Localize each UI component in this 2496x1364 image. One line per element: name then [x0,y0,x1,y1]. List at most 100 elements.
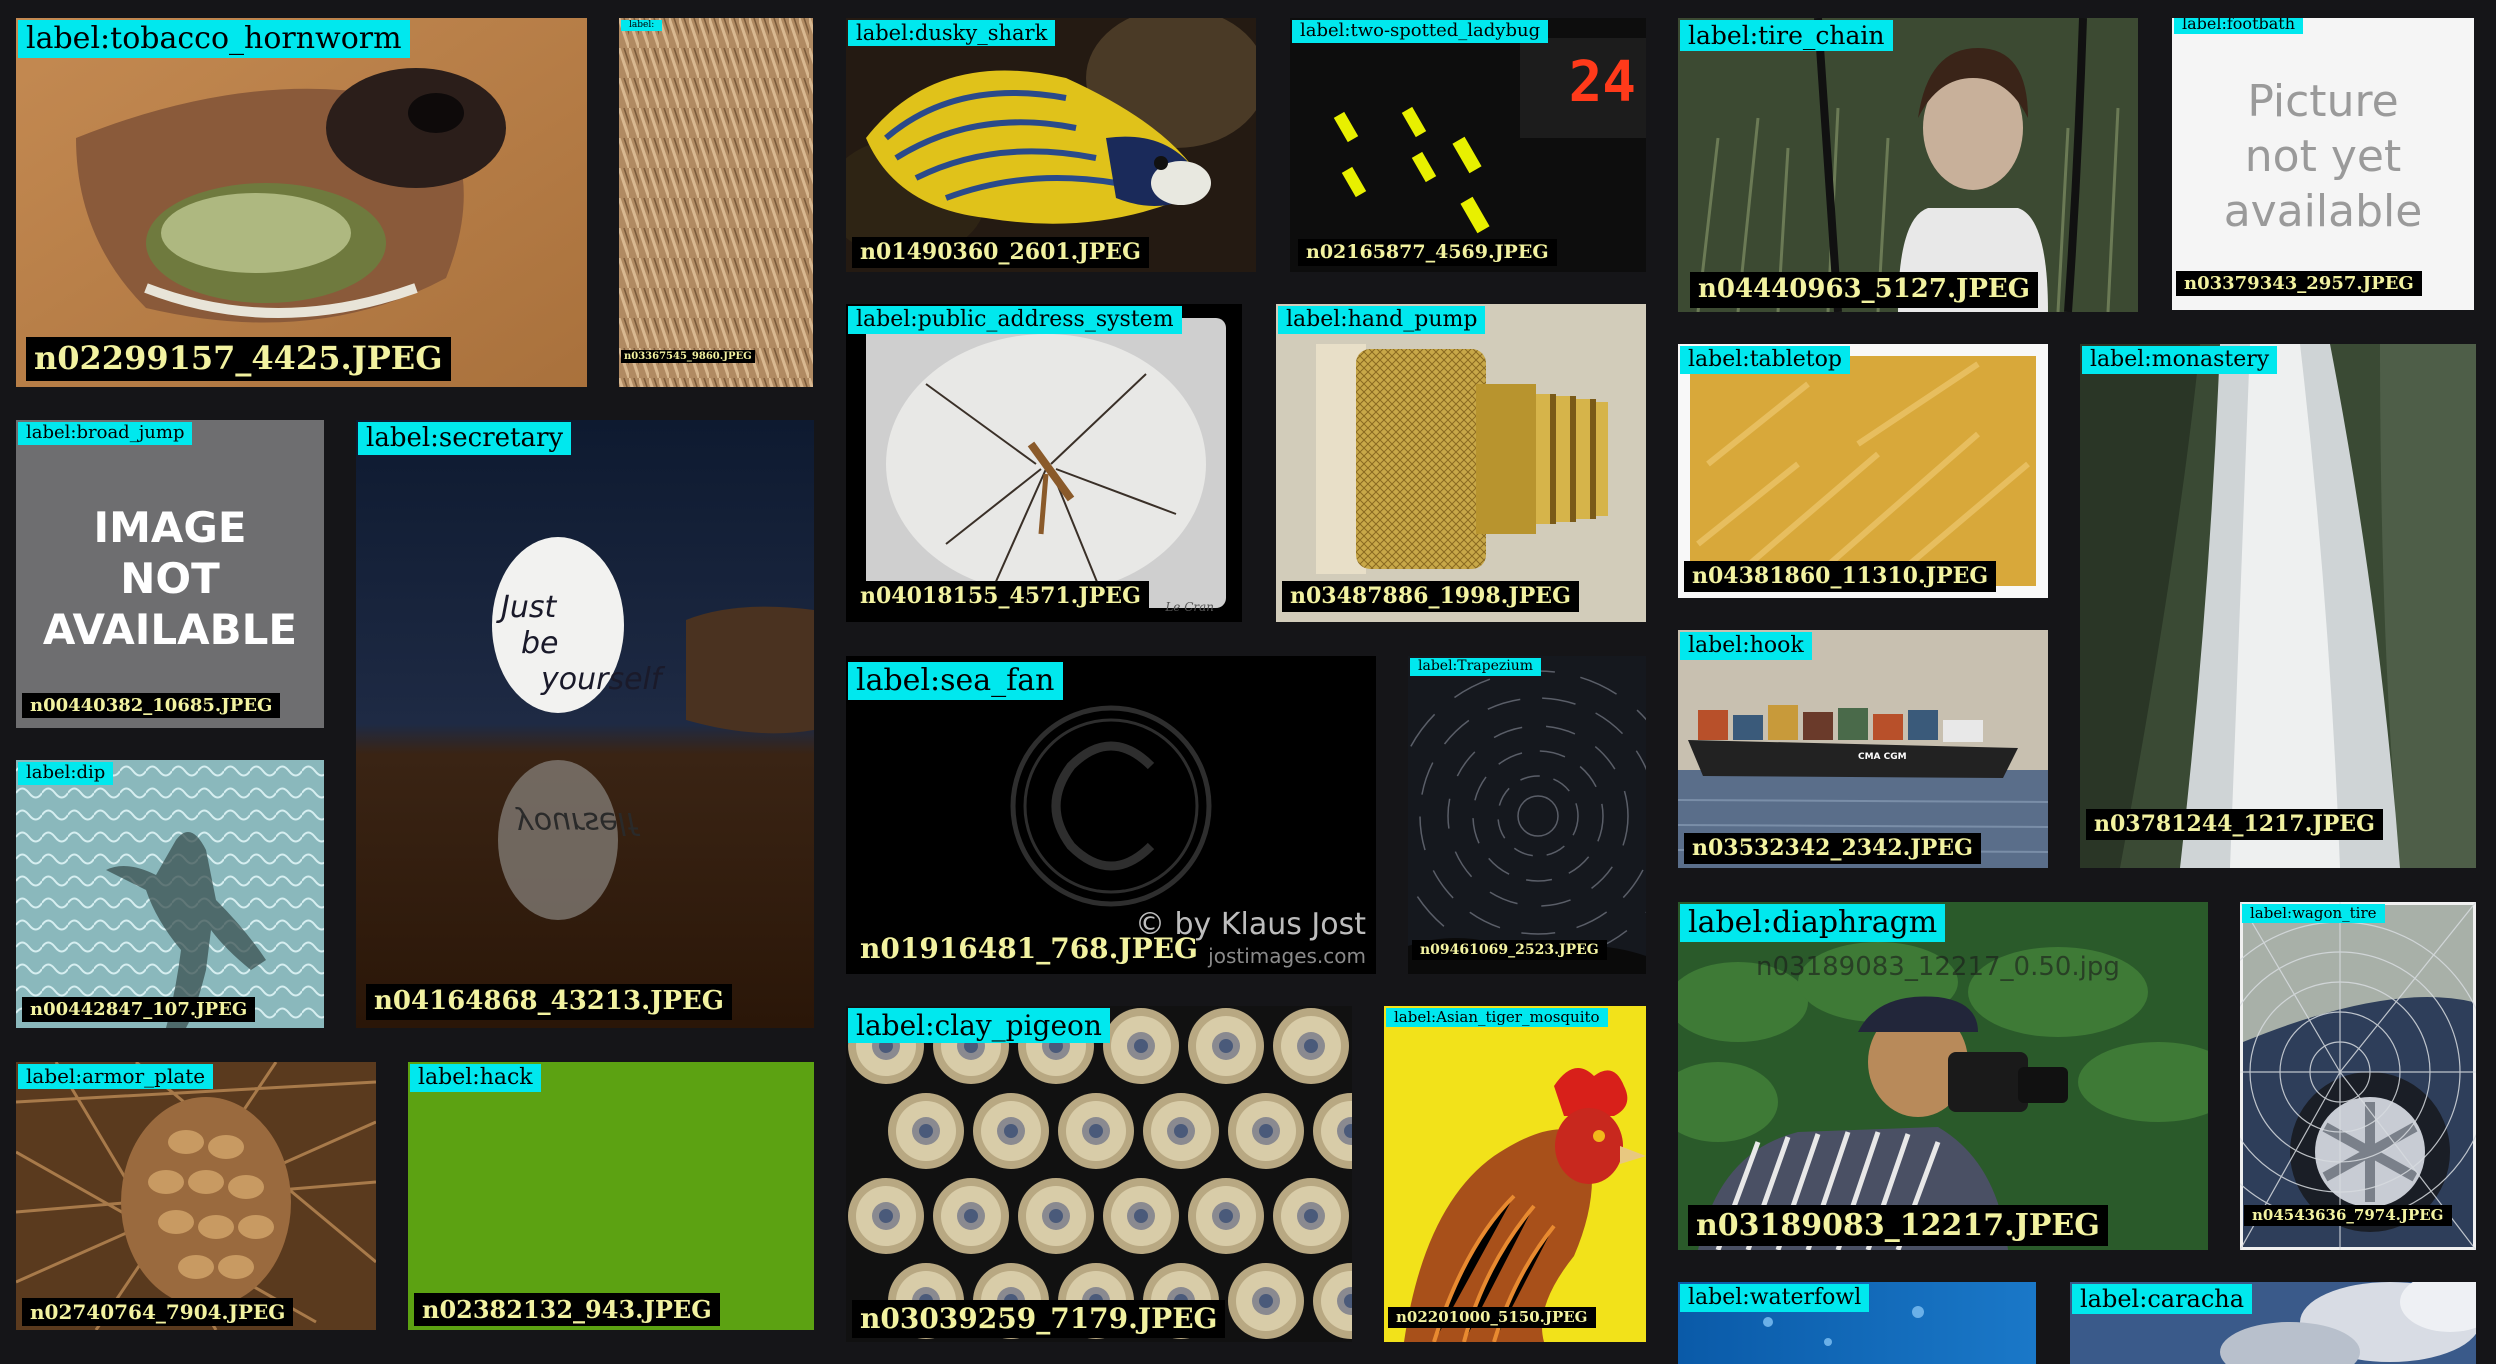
egg-photo [356,420,814,1028]
label-tag: label:hand_pump [1278,306,1486,334]
image-tile[interactable]: CMA CGM label:hook n03532342_2342.JPEG [1678,630,2048,868]
filename-caption: n09461069_2523.JPEG [1412,939,1607,960]
image-tile[interactable]: label:tire_chain n04440963_5127.JPEG [1678,18,2138,312]
shell-base [1273,1008,1349,1084]
label-tag: label: [621,20,663,32]
shell-base [1228,1263,1304,1339]
filename-caption: n03532342_2342.JPEG [1684,833,1981,864]
filename-caption: n03189083_12217.JPEG [1688,1205,2108,1246]
filename-caption: n01490360_2601.JPEG [852,237,1149,268]
placeholder-line: NOT [120,554,220,604]
filename-caption: n02299157_4425.JPEG [26,337,451,381]
image-tile[interactable]: label:tobacco_hornworm n02299157_4425.JP… [16,18,587,387]
image-tile[interactable]: Picture not yet available label:footbath… [2172,18,2474,310]
egg-word: yourself [541,662,662,697]
image-tile[interactable]: Just be yourself yourself label:secretar… [356,420,814,1028]
image-tile[interactable]: n03189083_12217_0.50.jpg label:diaphragm… [1678,902,2208,1250]
shell-base [1058,1093,1134,1169]
label-tag: label:tabletop [1680,346,1850,374]
star-trails-photo [1408,656,1646,974]
shell-base [973,1093,1049,1169]
image-tile[interactable]: © by Klaus Jost jostimages.com label:sea… [846,656,1376,974]
label-tag: label:sea_fan [848,662,1063,700]
label-tag: label:hack [410,1064,541,1092]
image-tile[interactable]: IMAGE NOT AVAILABLE label:broad_jump n00… [16,420,324,728]
label-tag: label:two-spotted_ladybug [1292,20,1549,43]
filename-caption: n03379343_2957.JPEG [2176,270,2422,296]
label-tag: label:footbath [2174,18,2304,34]
rooster-photo [1384,1006,1646,1342]
waterfall-photo [2080,344,2476,868]
image-tile[interactable]: 24 label:two-spotted_ladybug n02165877_4… [1290,18,1646,272]
label-tag: label:public_address_system [848,306,1182,334]
filename-caption: n02740764_7904.JPEG [22,1298,294,1326]
mannequin-photo [1678,18,2138,312]
rope-fibers-photo [619,18,813,387]
placeholder-line: IMAGE [93,503,247,552]
label-tag: label:Asian_tiger_mosquito [1386,1008,1608,1027]
photo-signature: Le Cran [1165,600,1214,614]
image-tile[interactable]: label:dip n00442847_107.JPEG [16,760,324,1028]
placeholder-text: Picture not yet available [2172,74,2474,239]
placeholder-line: available [2223,186,2423,237]
label-tag: label:diaphragm [1680,904,1946,942]
spiderweb-wheel-photo [2240,902,2476,1250]
dog-muzzle-photo [16,18,587,387]
image-tile[interactable]: label:Asian_tiger_mosquito n02201000_515… [1384,1006,1646,1342]
angelfish-photo [846,18,1256,272]
shotgun-shells-photo [846,1006,1352,1342]
label-tag: label:monastery [2082,346,2278,374]
brass-fitting-photo [1276,304,1646,622]
label-tag: label:wagon_tire [2242,904,2385,923]
image-tile[interactable]: label:caracha [2070,1282,2476,1364]
image-tile[interactable]: label:wagon_tire n04543636_7974.JPEG [2240,902,2476,1250]
label-tag: label:dusky_shark [848,20,1056,47]
filename-caption: n03039259_7179.JPEG [852,1299,1226,1338]
shell-base [848,1178,924,1254]
filename-caption: n04381860_11310.JPEG [1684,561,1997,592]
egg-word: be [521,626,559,661]
shell-base [1188,1008,1264,1084]
shell-base [1188,1178,1264,1254]
image-tile[interactable]: Le Cran label:public_address_system n040… [846,304,1242,622]
label-tag: label:clay_pigeon [848,1008,1110,1043]
shell-base [1228,1093,1304,1169]
label-tag: label:armor_plate [18,1064,214,1089]
filename-caption: n04440963_5127.JPEG [1690,272,2038,308]
filename-caption: n02201000_5150.JPEG [1388,1306,1596,1328]
image-tile[interactable]: label:hack n02382132_943.JPEG [408,1062,814,1330]
placeholder-line: not yet [2244,131,2402,182]
shell-base [1018,1178,1094,1254]
filename-caption: n04018155_4571.JPEG [852,581,1149,612]
ship-name: CMA CGM [1858,752,1907,762]
placeholder-text: IMAGE NOT AVAILABLE [16,502,324,656]
placeholder-line: AVAILABLE [42,605,298,655]
shell-base [1273,1178,1349,1254]
shell-base [1143,1093,1219,1169]
pinecone-photo [16,1062,376,1330]
image-tile[interactable]: label:waterfowl [1678,1282,2036,1364]
crane-fly-photo [846,304,1242,622]
filename-caption: n03487886_1998.JPEG [1282,581,1579,612]
shell-base [1103,1008,1179,1084]
image-tile[interactable]: label:armor_plate n02740764_7904.JPEG [16,1062,376,1330]
filename-caption: n02382132_943.JPEG [414,1292,720,1326]
label-tag: label:secretary [358,422,572,455]
filename-caption: n04164868_43213.JPEG [366,984,733,1020]
display-number: 24 [1568,50,1636,115]
image-tile[interactable]: label:monastery n03781244_1217.JPEG [2080,344,2476,868]
egg-reflection-text: yourself [516,805,637,840]
image-tile[interactable]: label:hand_pump n03487886_1998.JPEG [1276,304,1646,622]
filename-caption: n04543636_7974.JPEG [2244,1204,2452,1226]
image-tile[interactable]: label: n03367545_9860.JPEG [619,18,813,387]
filename-caption: n03367545_9860.JPEG [621,350,755,363]
image-tile[interactable]: label:dusky_shark n01490360_2601.JPEG [846,18,1256,272]
filename-caption: n00440382_10685.JPEG [22,692,281,718]
image-tile[interactable]: label:tabletop n04381860_11310.JPEG [1678,344,2048,598]
photo-overlay-filename: n03189083_12217_0.50.jpg [1756,952,2120,982]
placeholder-line: Picture [2247,76,2399,127]
label-tag: label:dip [18,762,114,785]
image-tile[interactable]: label:Trapezium n09461069_2523.JPEG [1408,656,1646,974]
label-tag: label:hook [1680,632,1812,660]
image-tile[interactable]: label:clay_pigeon n03039259_7179.JPEG [846,1006,1352,1342]
